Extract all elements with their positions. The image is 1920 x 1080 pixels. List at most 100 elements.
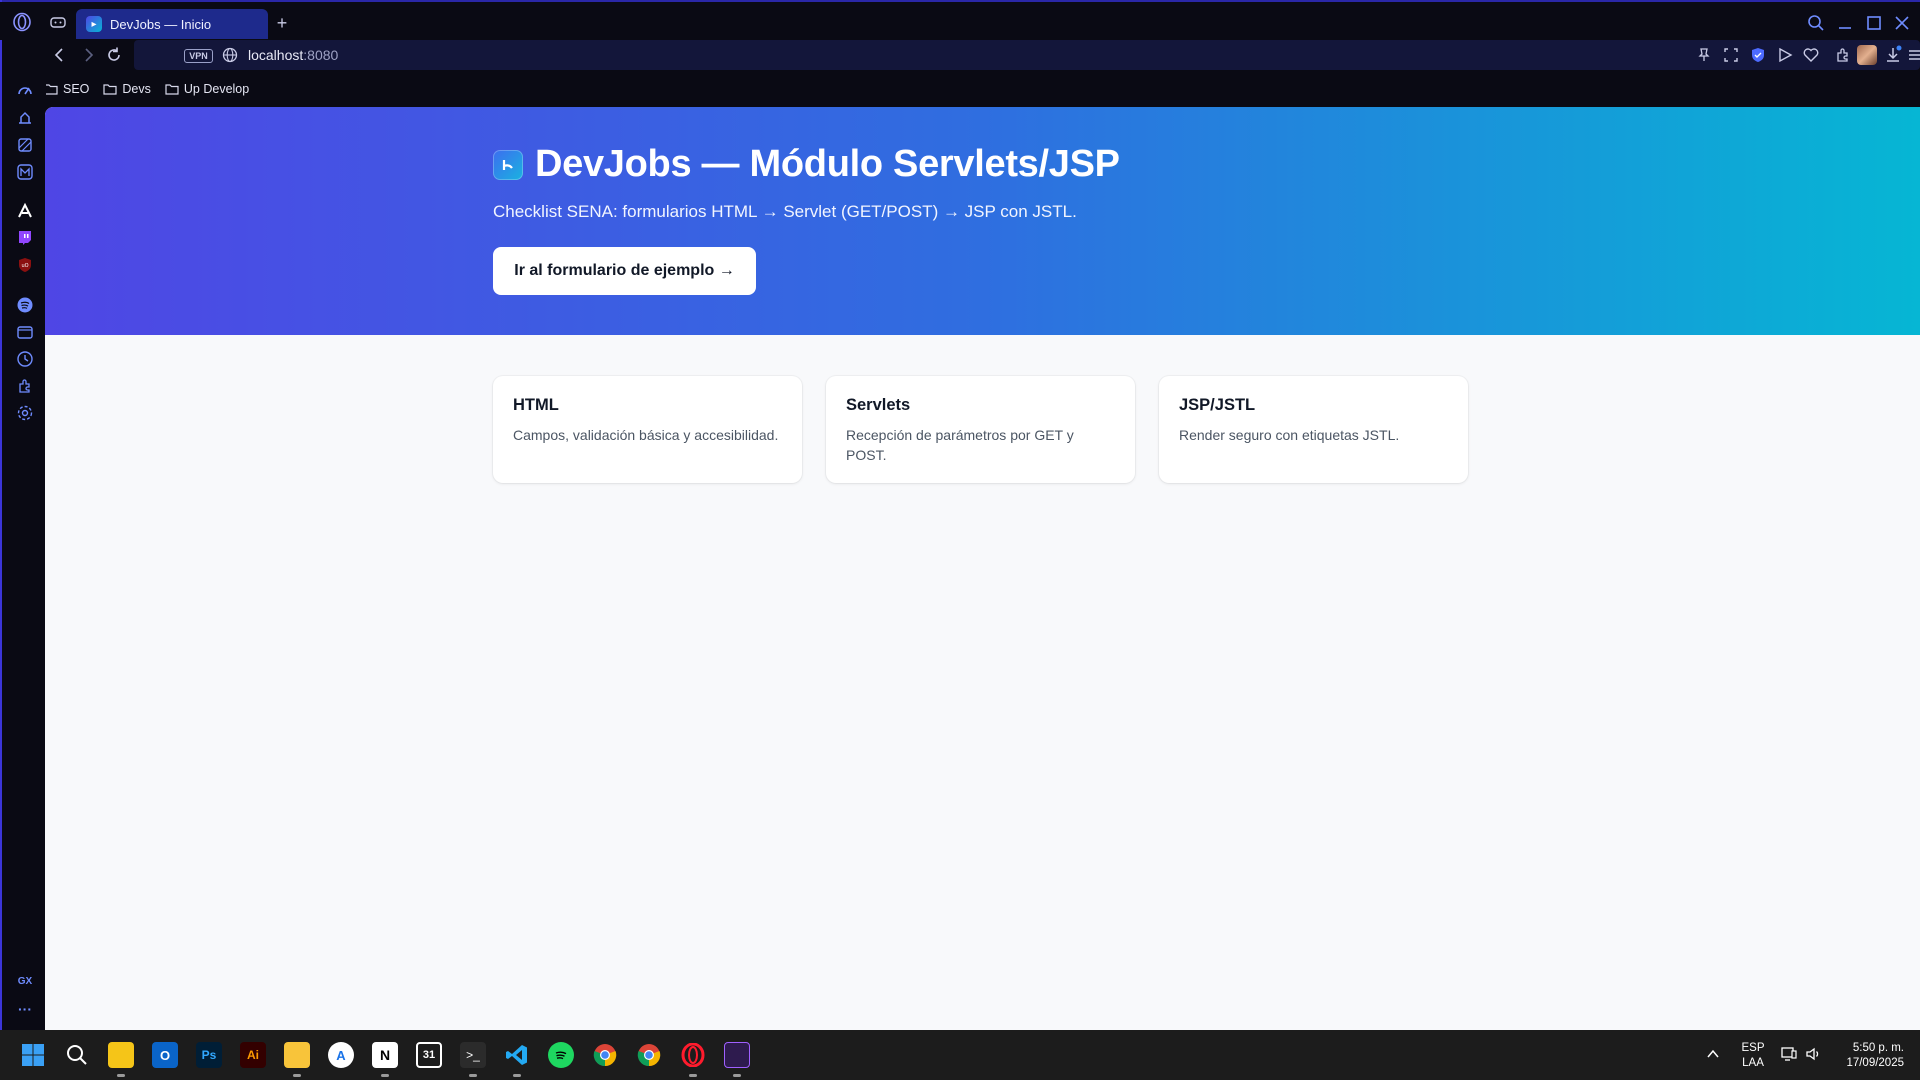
opera-gx-icon[interactable] <box>724 1042 750 1068</box>
opera-icon[interactable] <box>680 1042 706 1068</box>
language-code: ESP <box>1741 1042 1765 1054</box>
spotify-icon[interactable] <box>14 294 36 316</box>
card-title: Servlets <box>846 396 911 414</box>
history-clock-icon[interactable] <box>14 348 36 370</box>
forward-icon[interactable] <box>78 45 98 65</box>
wallet-icon[interactable] <box>14 321 36 343</box>
sticky-notes-icon[interactable] <box>108 1042 134 1068</box>
system-clock[interactable]: 5:50 p. m. 17/09/2025 <box>1836 1041 1904 1071</box>
address-bar[interactable]: VPN localhost:8080 <box>134 40 1920 70</box>
svg-text:uO: uO <box>21 263 28 269</box>
page-viewport: DevJobs — Módulo Servlets/JSP Checklist … <box>45 107 1920 1030</box>
heart-icon[interactable] <box>1801 45 1821 65</box>
card-servlets: Servlets Recepción de parámetros por GET… <box>826 376 1135 483</box>
show-hidden-icons-chevron-icon[interactable] <box>1705 1046 1721 1062</box>
extensions-icon[interactable] <box>1833 45 1853 65</box>
running-indicator <box>469 1074 477 1077</box>
card-text: Recepción de parámetros por GET y POST. <box>846 427 1074 463</box>
tab-devjobs-inicio[interactable]: ▸ DevJobs — Inicio <box>76 9 268 39</box>
chrome-dev-icon[interactable] <box>636 1042 662 1068</box>
browser-window: ▸ DevJobs — Inicio + VPN localhost:8080 … <box>0 0 1920 1080</box>
windows-taskbar: O Ps Ai A N 31 >_ ESP LAA 5:50 p. m. 17/… <box>0 1030 1920 1080</box>
calendar-icon[interactable]: 31 <box>416 1042 442 1068</box>
messenger-m-icon[interactable] <box>14 161 36 183</box>
opera-menu-icon[interactable] <box>12 12 32 32</box>
app-store-icon[interactable]: A <box>328 1042 354 1068</box>
file-explorer-icon[interactable] <box>284 1042 310 1068</box>
card-title: HTML <box>513 396 559 414</box>
network-icon[interactable] <box>1780 1045 1798 1063</box>
easy-setup-menu-icon[interactable] <box>1905 45 1920 65</box>
back-icon[interactable] <box>50 45 70 65</box>
card-html: HTML Campos, validación básica y accesib… <box>493 376 802 483</box>
gaming-controller-icon[interactable] <box>48 12 68 32</box>
browser-toolbar: VPN localhost:8080 <box>44 40 1920 70</box>
windows-start-icon[interactable] <box>20 1042 46 1068</box>
photoshop-icon[interactable]: Ps <box>196 1042 222 1068</box>
keyboard-layout: LAA <box>1742 1057 1764 1069</box>
minimize-icon[interactable] <box>1834 12 1856 34</box>
vpn-badge[interactable]: VPN <box>184 49 213 63</box>
gx-corner-icon[interactable] <box>14 107 36 129</box>
pin-icon[interactable] <box>1694 45 1714 65</box>
opera-sidebar: uO GX ··· <box>2 70 46 1030</box>
outlook-icon[interactable]: O <box>152 1042 178 1068</box>
extensions-puzzle-icon[interactable] <box>14 375 36 397</box>
running-indicator <box>733 1074 741 1077</box>
twitch-icon[interactable] <box>14 227 36 249</box>
running-indicator <box>513 1074 521 1077</box>
new-tab-button[interactable]: + <box>273 14 291 32</box>
hero-banner: DevJobs — Módulo Servlets/JSP Checklist … <box>45 107 1920 335</box>
search-tabs-icon[interactable] <box>1805 12 1827 34</box>
terminal-icon[interactable]: >_ <box>460 1042 486 1068</box>
globe-icon[interactable] <box>222 47 238 63</box>
card-text: Render seguro con etiquetas JSTL. <box>1179 427 1400 443</box>
bookmark-up-develop[interactable]: Up Develop <box>165 82 249 96</box>
running-indicator <box>381 1074 389 1077</box>
spotify-taskbar-icon[interactable] <box>548 1042 574 1068</box>
bookmark-devs[interactable]: Devs <box>103 82 151 96</box>
reload-icon[interactable] <box>104 45 124 65</box>
folder-icon <box>103 84 118 95</box>
card-title: JSP/JSTL <box>1179 396 1256 414</box>
hero-title: DevJobs — Módulo Servlets/JSP <box>493 143 1120 186</box>
clock-date: 17/09/2025 <box>1846 1057 1904 1069</box>
adblock-shield-icon[interactable] <box>1748 45 1768 65</box>
go-to-form-button[interactable]: Ir al formulario de ejemplo → <box>493 247 756 295</box>
feature-cards: HTML Campos, validación básica y accesib… <box>493 376 1468 483</box>
notion-icon[interactable]: N <box>372 1042 398 1068</box>
settings-gear-icon[interactable] <box>14 402 36 424</box>
maximize-icon[interactable] <box>1863 12 1885 34</box>
sidebar-more-button[interactable]: ··· <box>14 998 36 1020</box>
input-language-indicator[interactable]: ESP LAA <box>1740 1041 1766 1071</box>
hero-subtitle: Checklist SENA: formularios HTML → Servl… <box>493 202 1077 221</box>
gx-control-button[interactable]: GX <box>14 970 36 992</box>
ublock-icon[interactable]: uO <box>14 254 36 276</box>
folder-icon <box>165 84 179 95</box>
send-icon[interactable] <box>1775 45 1795 65</box>
devjobs-logo-icon: ▸ <box>86 16 102 32</box>
volume-icon[interactable] <box>1804 1045 1822 1063</box>
bookmark-label: Devs <box>122 82 151 96</box>
card-jsp-jstl: JSP/JSTL Render seguro con etiquetas JST… <box>1159 376 1468 483</box>
card-text: Campos, validación básica y accesibilida… <box>513 427 779 443</box>
illustrator-icon[interactable]: Ai <box>240 1042 266 1068</box>
bookmark-label: SEO <box>63 82 90 96</box>
vscode-icon[interactable] <box>504 1042 530 1068</box>
gx-mods-icon[interactable] <box>14 134 36 156</box>
bookmark-seo[interactable]: SEO <box>44 82 89 96</box>
search-icon[interactable] <box>64 1042 90 1068</box>
bookmarks-bar: SEO Devs Up Develop <box>44 78 249 100</box>
tab-title: DevJobs — Inicio <box>110 16 212 32</box>
url-host: localhost <box>248 47 304 63</box>
chrome-icon[interactable] <box>592 1042 618 1068</box>
aria-ai-icon[interactable] <box>14 80 36 102</box>
profile-avatar[interactable] <box>1857 45 1877 65</box>
folder-icon <box>44 84 58 95</box>
download-icon[interactable] <box>1883 45 1903 65</box>
close-icon[interactable] <box>1891 12 1913 34</box>
app-a-icon[interactable] <box>14 200 36 222</box>
url-text[interactable]: localhost:8080 <box>248 47 338 63</box>
hero-title-text: DevJobs — Módulo Servlets/JSP <box>535 143 1120 185</box>
snapshot-icon[interactable] <box>1721 45 1741 65</box>
